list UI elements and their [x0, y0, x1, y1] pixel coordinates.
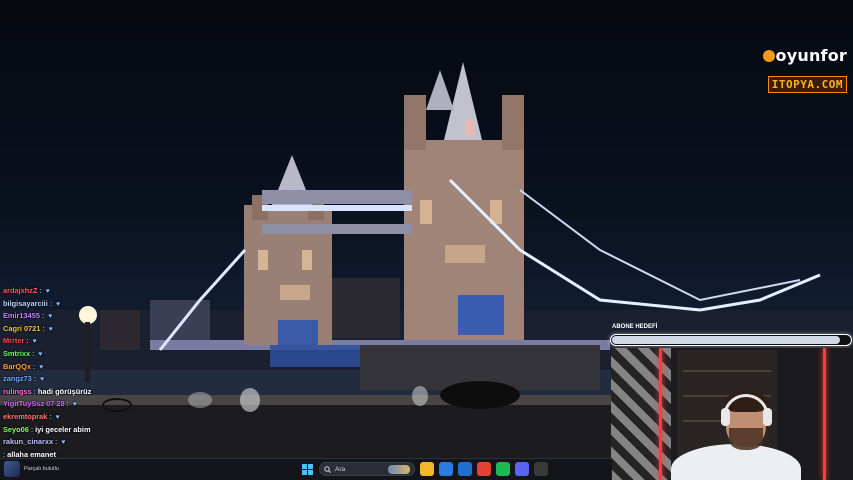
chat-emote-icon: ♥: [48, 325, 53, 333]
mail-icon[interactable]: [458, 462, 472, 476]
weather-caption: Parçalı bulutlu: [24, 465, 59, 472]
webcam-led-strip-left: [659, 348, 662, 480]
chat-message: bilgisayarciii : ♥: [3, 298, 233, 311]
chat-emote-icon: ♥: [55, 413, 60, 421]
chat-message: Smtrixx : ♥: [3, 348, 233, 361]
pinned-apps: [420, 462, 548, 476]
chat-message: Cagri 0721 : ♥: [3, 323, 233, 336]
chat-message: Seyo06 : iyi geceler abim: [3, 424, 91, 434]
chat-message: ekremtoprak : ♥: [3, 411, 233, 424]
chat-message: rakun_cinarxx : ♥: [3, 436, 233, 449]
chat-username: Mrrter: [3, 336, 25, 346]
weather-icon: [4, 461, 20, 477]
chat-username: Cagri 0721: [3, 323, 41, 333]
webcam-checkered-wall: [611, 348, 671, 480]
chat-emote-icon: ♥: [45, 288, 50, 295]
chat-overlay: ardajxhzZ : ♥ bilgisayarciii : ♥ Emir13455…: [3, 285, 233, 461]
stream-screen: oyunfor ITOPYA.COM ardajxhzZ : ♥ bilgisay…: [0, 0, 853, 480]
taskbar-search[interactable]: Ara: [319, 462, 415, 476]
chat-message: zangz73 : ♥: [3, 373, 233, 386]
chat-message: BarQQx : ♥: [3, 361, 233, 374]
itopya-logo: ITOPYA.COM: [767, 76, 847, 93]
chat-text: hadi görüşürüz: [37, 386, 92, 396]
chat-message: rulingss : hadi görüşürüz: [3, 386, 92, 396]
chat-emote-icon: ♥: [72, 401, 77, 409]
chat-username: ekremtoprak: [3, 411, 48, 421]
search-highlight-icon: [388, 465, 410, 474]
headphones-right-ear: [763, 408, 772, 426]
chat-username: ardajxhzZ: [3, 286, 38, 295]
windows-taskbar: Parçalı bulutlu Ara: [0, 458, 612, 480]
chat-username: rulingss: [3, 386, 32, 396]
weather-widget[interactable]: Parçalı bulutlu: [4, 461, 59, 477]
chat-username: BarQQx: [3, 361, 31, 371]
webcam-led-strip-right: [823, 348, 826, 480]
chat-username: YigitTuySsz 07 28: [3, 399, 65, 409]
chat-emote-icon: ♥: [61, 439, 66, 447]
chat-message: ardajxhzZ : ♥: [3, 285, 233, 298]
chat-emote-icon: ♥: [55, 300, 61, 308]
chrome-icon[interactable]: [477, 462, 491, 476]
search-icon: [324, 465, 331, 473]
subscribe-goal-bar: [610, 334, 852, 346]
subscribe-goal-label: ABONE HEDEFİ: [612, 324, 658, 330]
chat-text: iyi geceler abim: [35, 424, 91, 434]
discord-icon[interactable]: [515, 462, 529, 476]
chat-username: zangz73: [3, 374, 32, 384]
search-placeholder: Ara: [335, 465, 346, 473]
spotify-icon[interactable]: [496, 462, 510, 476]
obs-icon[interactable]: [534, 462, 548, 476]
left-tower: [244, 155, 332, 345]
oyunfor-logo: oyunfor: [762, 46, 847, 65]
chat-username: bilgisayarciii: [3, 298, 48, 308]
oyunfor-logo-icon: [762, 50, 775, 62]
headphones-left-ear: [721, 408, 730, 426]
chat-emote-icon: ♥: [38, 350, 43, 358]
taskbar-center: Ara: [300, 462, 548, 476]
chat-username: rakun_cinarxx: [3, 437, 54, 447]
right-tower: [404, 62, 524, 340]
start-button[interactable]: [300, 462, 314, 476]
store-icon[interactable]: [439, 462, 453, 476]
chat-message: Emir13455 : ♥: [3, 310, 233, 323]
webcam-feed: [611, 348, 853, 480]
chat-message: YigitTuySsz 07 28 : ♥: [3, 398, 233, 411]
windows-logo-icon: [301, 463, 313, 475]
chat-username: Smtrixx: [3, 348, 31, 358]
chat-username: Emir13455: [3, 311, 40, 321]
oyunfor-logo-text: oyunfor: [775, 46, 847, 65]
subscribe-goal-fill: [612, 336, 841, 344]
chat-message: Mrrter : ♥: [3, 335, 233, 348]
chat-username: Seyo06: [3, 424, 29, 434]
streamer-beard: [729, 428, 763, 450]
chat-emote-icon: ♥: [48, 313, 53, 321]
file-explorer-icon[interactable]: [420, 462, 434, 476]
chat-emote-icon: ♥: [39, 376, 45, 384]
